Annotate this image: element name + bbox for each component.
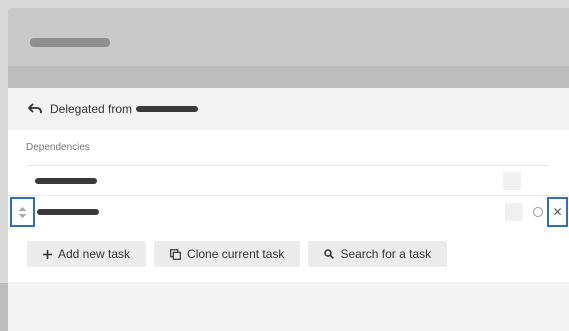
clone-icon [170,248,181,260]
delegated-from-row: Delegated from [8,88,569,130]
add-new-task-label: Add new task [58,247,131,261]
modal-header [8,8,569,66]
dependency-actions: Add new task Clone current task Search f… [27,241,455,267]
sort-handle-icon [18,206,27,218]
dependency-name-redacted [35,178,97,184]
delegated-label: Delegated from [50,102,133,116]
search-icon [324,249,335,259]
add-new-task-button[interactable]: Add new task [27,241,147,267]
plus-icon [43,249,52,259]
delegated-name-redacted [136,106,199,112]
modal-title-redacted [30,38,110,47]
dependency-checkbox[interactable] [503,172,521,190]
clone-current-task-button[interactable]: Clone current task [154,241,301,267]
dependency-row-1[interactable] [8,166,569,196]
dependency-name-redacted [37,209,99,215]
search-for-task-button[interactable]: Search for a task [308,241,448,267]
modal-header-band [8,66,569,88]
dependency-row-2[interactable]: ✕ [8,197,569,227]
remove-dependency-button[interactable]: ✕ [547,197,568,227]
clone-current-task-label: Clone current task [187,247,285,261]
dependencies-title: Dependencies [26,142,90,153]
divider [8,195,569,196]
dependencies-panel: Dependencies ✕ Add new task Clone curren… [8,130,569,282]
search-for-task-label: Search for a task [340,247,432,261]
modal-footer [8,282,569,331]
reply-arrow-icon [28,103,42,114]
close-icon: ✕ [552,205,563,219]
dependency-checkbox[interactable] [505,203,523,221]
task-modal: Delegated from Dependencies ✕ Add new ta… [8,8,569,331]
circle-status-icon[interactable] [533,207,543,217]
sort-handle[interactable] [10,197,35,227]
